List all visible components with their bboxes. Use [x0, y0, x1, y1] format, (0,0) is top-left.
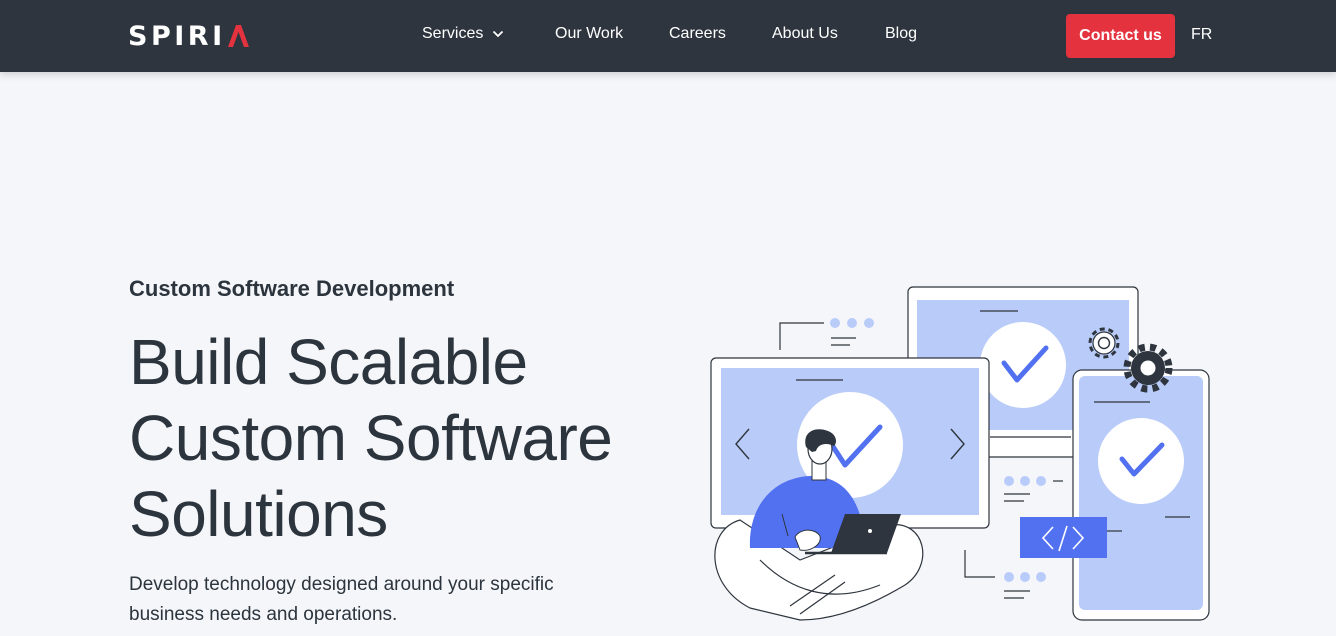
spiria-logo[interactable]: SPIRI	[128, 20, 249, 52]
headline-line: Build Scalable	[129, 326, 528, 398]
nav-services[interactable]: Services	[422, 25, 504, 43]
nav-services-label: Services	[422, 25, 484, 42]
nav-careers[interactable]: Careers	[669, 25, 726, 43]
logo-text: SPIRI	[128, 20, 226, 52]
nav-our-work[interactable]: Our Work	[555, 25, 623, 43]
phone-device	[1072, 369, 1210, 621]
decor-dots-top	[779, 318, 874, 350]
nav-blog[interactable]: Blog	[885, 25, 917, 43]
headline-line: Solutions	[129, 478, 388, 550]
hero-headline: Build Scalable Custom Software Solutions	[129, 324, 689, 552]
hero-subtext: Develop technology designed around your …	[129, 570, 599, 630]
subtext-line: business needs and operations.	[129, 604, 398, 625]
nav-our-work-label: Our Work	[555, 25, 624, 42]
subtext-line: Develop technology designed around your …	[129, 574, 554, 595]
nav-careers-label: Careers	[669, 25, 726, 42]
code-brackets-icon	[1020, 517, 1122, 558]
hero-eyebrow: Custom Software Development	[129, 276, 455, 301]
top-navbar: SPIRI Services Our Work Careers About Us…	[0, 0, 1336, 72]
nav-about-us-label: About Us	[772, 25, 838, 42]
gear-icon	[1123, 343, 1173, 393]
decor-dots-middle	[1004, 476, 1063, 502]
hero-illustration	[710, 286, 1210, 621]
headline-line: Custom Software	[129, 402, 613, 474]
nav-about-us[interactable]: About Us	[772, 25, 838, 43]
spiria-logo-mark-icon	[227, 25, 249, 47]
nav-blog-label: Blog	[885, 25, 918, 42]
language-switch-fr[interactable]: FR	[1191, 26, 1212, 44]
chevron-down-icon	[493, 30, 504, 38]
contact-us-button[interactable]: Contact us	[1066, 14, 1175, 58]
